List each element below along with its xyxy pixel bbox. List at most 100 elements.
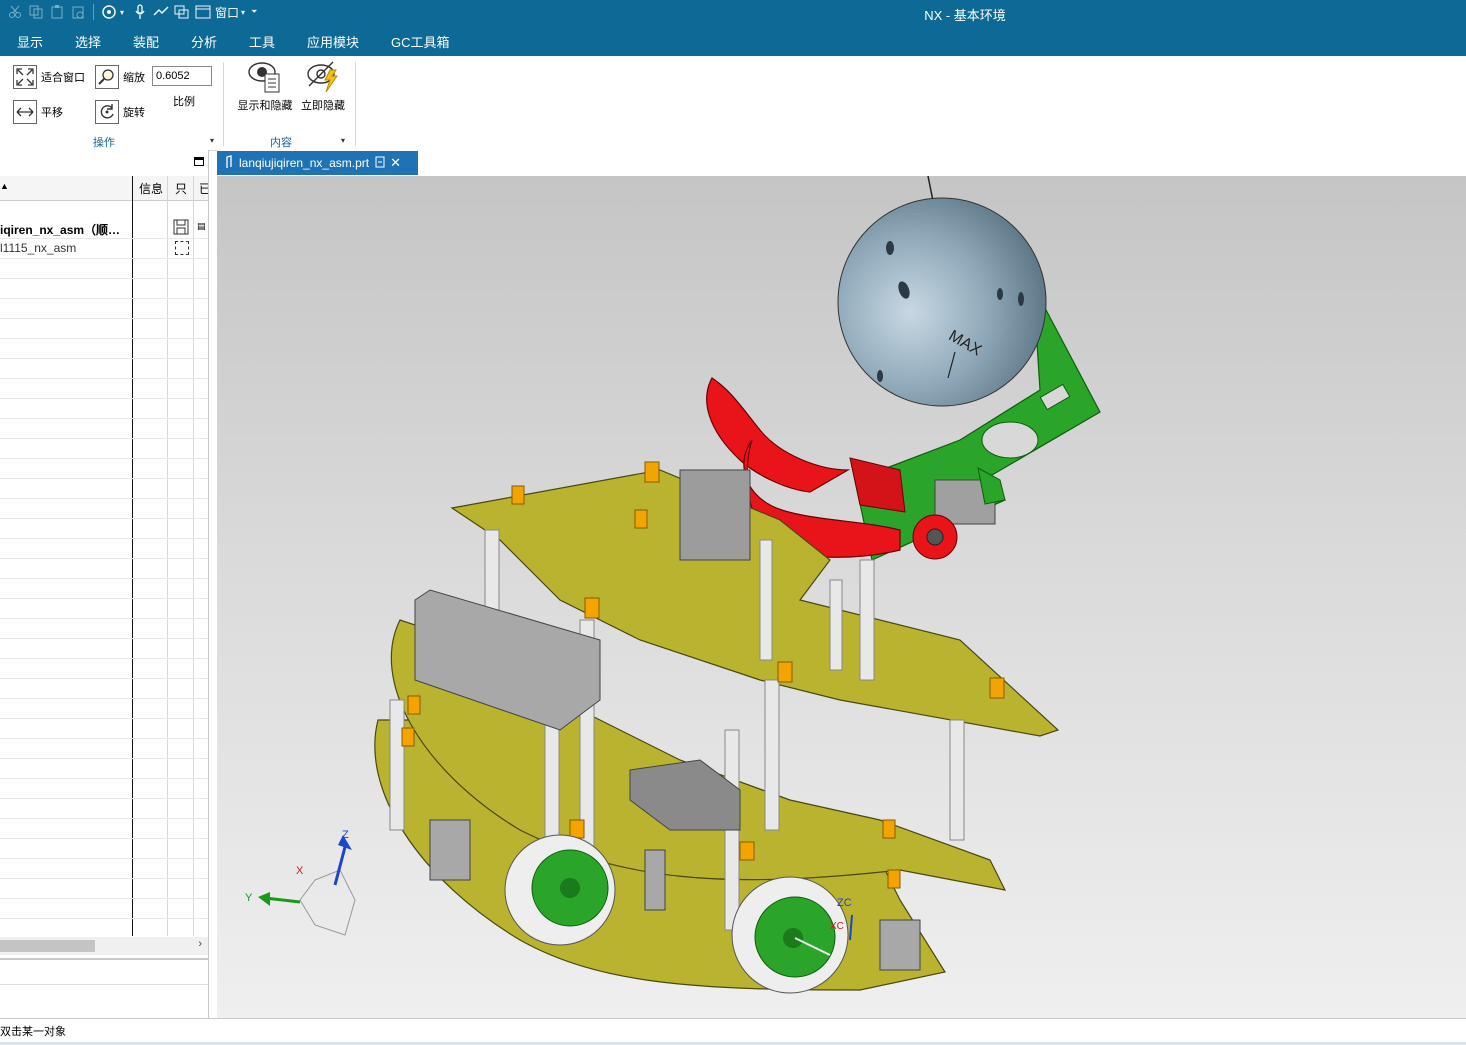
navigator-preview-pane: [0, 958, 208, 1018]
empty-row: [0, 338, 208, 359]
tree-node-label: l1115_nx_asm: [0, 241, 77, 255]
document-tab[interactable]: lanqiujiqiren_nx_asm.prt ✕: [217, 151, 418, 175]
empty-row: [0, 858, 208, 879]
menu-bar: 显示 选择 装配 分析 工具 应用模块 GC工具箱: [0, 26, 1466, 56]
axis-label-xc: XC: [830, 921, 844, 932]
empty-row: [0, 478, 208, 499]
menu-select[interactable]: 选择: [75, 32, 101, 51]
basketball-model: MAX: [837, 197, 1047, 407]
show-hide-button[interactable]: 显示和隐藏: [235, 60, 295, 116]
rotate-button[interactable]: 旋转: [95, 100, 145, 124]
empty-row: [0, 438, 208, 459]
column-modified[interactable]: 已: [199, 180, 208, 197]
axis-label-y: Y: [245, 892, 253, 904]
rotate-icon: [95, 100, 119, 124]
assembly-model: MAX Z X Y ZC XC: [245, 176, 1101, 994]
empty-row: [0, 678, 208, 699]
horizontal-scrollbar[interactable]: ›: [0, 937, 208, 955]
empty-row: [0, 798, 208, 819]
hide-now-button[interactable]: 立即隐藏: [298, 60, 348, 116]
empty-row: [0, 878, 208, 899]
menu-analysis[interactable]: 分析: [191, 32, 217, 51]
modified-doc-icon: [375, 156, 385, 171]
empty-row: [0, 358, 208, 379]
zoom-button[interactable]: 缩放: [95, 65, 145, 89]
status-bar: 双击某一对象: [0, 1018, 1466, 1045]
hide-now-label: 立即隐藏: [301, 100, 345, 112]
menu-gc-toolbox[interactable]: GC工具箱: [391, 32, 450, 51]
menu-tools[interactable]: 工具: [249, 32, 275, 51]
ribbon-divider: [223, 62, 224, 146]
ribbon-group-operations: 操作: [93, 137, 115, 149]
scroll-right-icon[interactable]: ›: [198, 938, 202, 950]
empty-row: [0, 398, 208, 419]
fit-window-button[interactable]: 适合窗口: [13, 65, 85, 89]
graphics-window[interactable]: MAX Z X Y ZC XC: [217, 176, 1466, 1018]
empty-row: [0, 498, 208, 519]
zoom-label: 缩放: [123, 72, 145, 84]
empty-row: [0, 318, 208, 339]
scrollbar-thumb[interactable]: [0, 940, 95, 952]
empty-row: [0, 718, 208, 739]
column-info[interactable]: 信息: [139, 180, 163, 197]
hide-now-icon: [305, 61, 341, 97]
assembly-navigator: ▲ 信息 只 已 iqiren_nx_asm（顺… ▤ l1115_nx_asm…: [0, 150, 209, 1018]
sort-ascending-icon[interactable]: ▲: [0, 181, 9, 191]
empty-row: [0, 838, 208, 859]
empty-row: [0, 298, 208, 319]
axis-label-z: Z: [342, 829, 349, 841]
axis-label-x: X: [296, 865, 304, 877]
fit-window-icon: [13, 65, 37, 89]
empty-row: [0, 758, 208, 779]
menu-display[interactable]: 显示: [17, 32, 43, 51]
empty-row: [0, 658, 208, 679]
pan-button[interactable]: 平移: [13, 100, 63, 124]
tree-row-child[interactable]: l1115_nx_asm: [0, 238, 208, 259]
part-file-icon: [225, 154, 235, 172]
modified-icon: ▤: [197, 221, 206, 231]
csys-triad: Z X Y: [245, 829, 356, 936]
empty-row: [0, 578, 208, 599]
empty-row: [0, 898, 208, 919]
pan-label: 平移: [41, 107, 63, 119]
ribbon-group-expand-icon[interactable]: ▾: [341, 136, 345, 145]
unloaded-icon: [175, 241, 189, 255]
zoom-icon: [95, 65, 119, 89]
empty-row: [0, 558, 208, 579]
save-icon: [173, 219, 189, 238]
navigator-header: [0, 150, 208, 177]
empty-row: [0, 278, 208, 299]
empty-row: [0, 698, 208, 719]
axis-label-zc: ZC: [837, 897, 852, 909]
navigator-column-headers: ▲ 信息 只 已: [0, 176, 208, 201]
scale-input[interactable]: [152, 66, 212, 86]
empty-row: [0, 458, 208, 479]
ribbon-group-content: 内容: [270, 137, 292, 149]
status-text: 双击某一对象: [0, 1026, 66, 1038]
fit-window-label: 适合窗口: [41, 72, 85, 84]
empty-row: [0, 418, 208, 439]
menu-assembly[interactable]: 装配: [133, 32, 159, 51]
document-tab-strip: lanqiujiqiren_nx_asm.prt ✕: [217, 150, 1466, 177]
tree-row-root[interactable]: iqiren_nx_asm（顺… ▤: [0, 218, 208, 239]
ribbon-group-expand-icon[interactable]: ▾: [210, 136, 214, 145]
empty-row: [0, 378, 208, 399]
empty-row: [0, 778, 208, 799]
window-title: NX - 基本环境: [924, 8, 1006, 23]
show-hide-icon: [247, 62, 283, 97]
ribbon-divider: [355, 62, 356, 146]
title-bar: ▾ 窗口 ▾ ⏷ NX - 基本环境: [0, 0, 1466, 26]
rotate-label: 旋转: [123, 107, 145, 119]
empty-row: [0, 918, 208, 939]
maximize-icon[interactable]: [194, 157, 204, 166]
close-icon[interactable]: ✕: [390, 155, 401, 171]
empty-row: [0, 638, 208, 659]
empty-row: [0, 258, 208, 279]
pan-icon: [13, 100, 37, 124]
empty-row: [0, 618, 208, 639]
column-readonly[interactable]: 只: [175, 180, 187, 197]
empty-row: [0, 598, 208, 619]
empty-row: [0, 518, 208, 539]
scale-label: 比例: [173, 96, 195, 108]
menu-application[interactable]: 应用模块: [307, 32, 359, 51]
